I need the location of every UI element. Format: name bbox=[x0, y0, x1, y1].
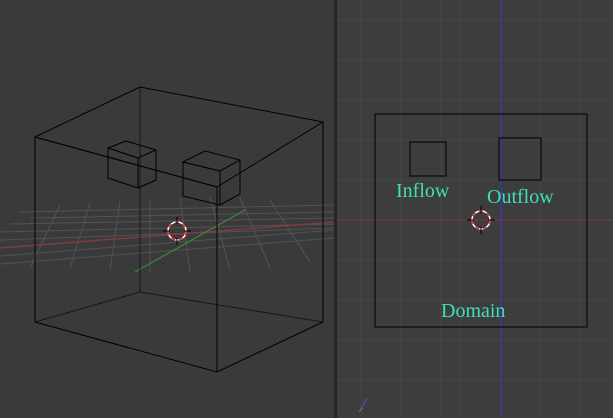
outflow-box bbox=[498, 137, 542, 181]
ortho-grid bbox=[337, 0, 613, 418]
domain-label: Domain bbox=[441, 300, 506, 322]
outflow-label: Outflow bbox=[487, 186, 554, 208]
front-viewport[interactable]: Inflow Outflow Domain bbox=[337, 0, 613, 418]
axis-gizmo-icon bbox=[358, 397, 368, 413]
inflow-label: Inflow bbox=[396, 180, 450, 202]
inflow-cube-wireframe bbox=[106, 140, 158, 189]
perspective-viewport[interactable] bbox=[0, 0, 334, 418]
front-scene-svg bbox=[337, 0, 613, 418]
perspective-scene-svg bbox=[0, 86, 334, 373]
blender-fluid-scene: Inflow Outflow Domain bbox=[0, 0, 613, 418]
